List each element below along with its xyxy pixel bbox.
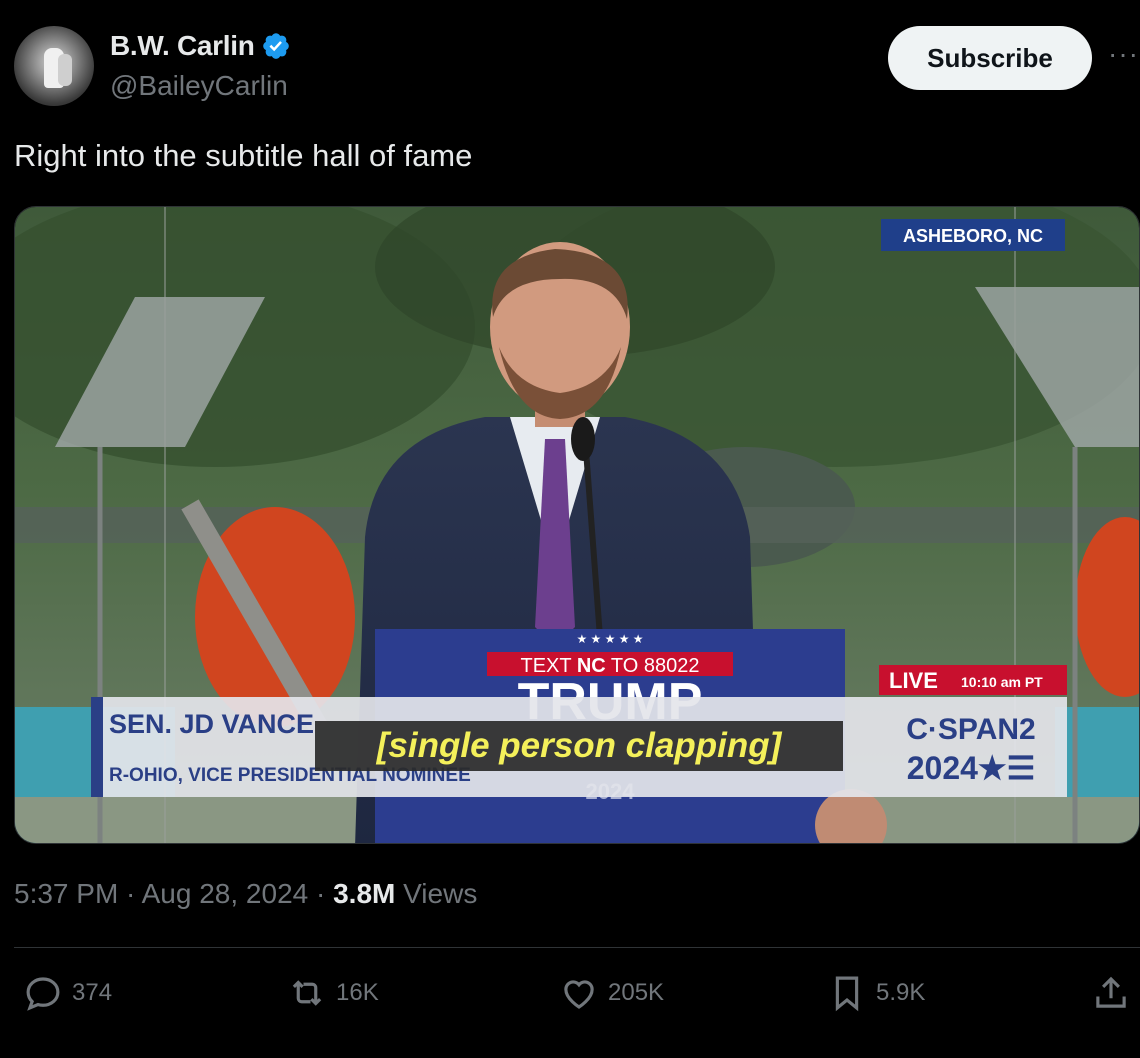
avatar-figure-2 — [58, 54, 72, 86]
tweet-text: Right into the subtitle hall of fame — [14, 138, 473, 173]
like-button[interactable]: 205K — [558, 972, 664, 1014]
like-count: 205K — [608, 979, 665, 1006]
network-year: 2024★☰ — [907, 750, 1036, 786]
network-name: C·SPAN2 — [906, 713, 1035, 746]
bookmark-count: 5.9K — [876, 979, 926, 1006]
bookmark-icon — [835, 976, 859, 1012]
divider — [14, 947, 1140, 948]
user-handle[interactable]: @BaileyCarlin — [110, 70, 288, 102]
tweet-date[interactable]: Aug 28, 2024 — [142, 878, 309, 909]
tweet-header: B.W. Carlin @BaileyCarlin Subscribe ··· — [14, 26, 1138, 106]
verified-badge-icon — [262, 33, 289, 59]
meta-separator-2: · — [308, 878, 334, 909]
views-label: Views — [395, 878, 478, 909]
more-options-icon[interactable]: ··· — [1108, 38, 1139, 70]
repost-button[interactable]: 16K — [286, 972, 379, 1014]
video-frame: ★ ★ ★ ★ ★ TEXT NC TO 88022 TRUMP 2024 AS… — [15, 207, 1139, 843]
location-tag: ASHEBORO, NC — [903, 226, 1043, 246]
reply-count: 374 — [72, 979, 113, 1006]
live-time: 10:10 am PT — [961, 674, 1043, 690]
subscribe-button[interactable]: Subscribe — [888, 26, 1092, 90]
tweet-video[interactable]: ★ ★ ★ ★ ★ TEXT NC TO 88022 TRUMP 2024 AS… — [14, 206, 1140, 844]
svg-text:★ ★ ★ ★ ★: ★ ★ ★ ★ ★ — [576, 632, 643, 646]
caption-text: [single person clapping] — [376, 726, 783, 765]
live-label: LIVE — [889, 668, 938, 693]
views-count: 3.8M — [333, 878, 396, 909]
meta-separator: · — [118, 878, 142, 909]
name-row: B.W. Carlin — [110, 30, 291, 62]
tweet-meta: 5:37 PM · Aug 28, 2024 · 3.8M Views — [14, 878, 477, 910]
action-bar: 374 16K 205K 5.9K — [0, 972, 1140, 1024]
share-icon — [1096, 976, 1126, 1008]
bookmark-button[interactable]: 5.9K — [826, 972, 925, 1014]
heart-icon — [564, 980, 594, 1009]
display-name[interactable]: B.W. Carlin — [110, 30, 255, 62]
reply-icon — [26, 977, 60, 1011]
tweet-time[interactable]: 5:37 PM — [14, 878, 118, 909]
repost-count: 16K — [336, 979, 379, 1006]
share-button[interactable] — [1090, 972, 1132, 1014]
reply-button[interactable]: 374 — [22, 972, 112, 1014]
lower-third-name: SEN. JD VANCE — [109, 709, 314, 739]
repost-icon — [292, 980, 322, 1006]
avatar[interactable] — [14, 26, 94, 106]
